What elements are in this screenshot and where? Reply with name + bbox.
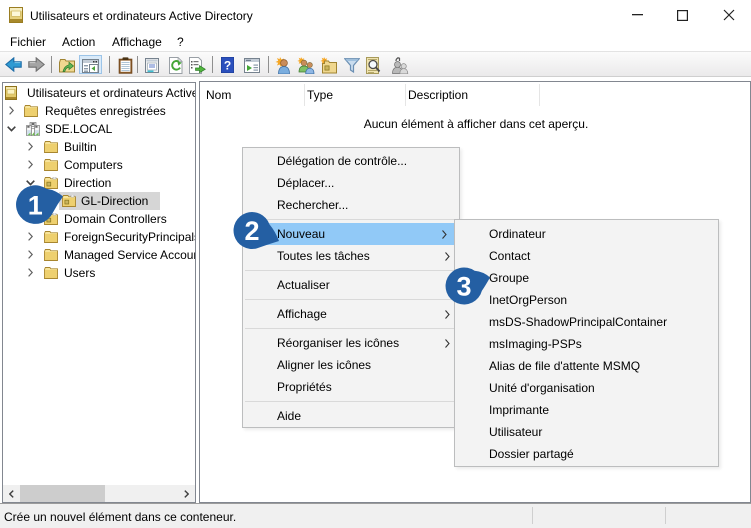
svg-text:3: 3	[456, 272, 471, 302]
svg-text:2: 2	[244, 216, 259, 246]
svg-text:?: ?	[224, 59, 231, 73]
svg-text:1: 1	[28, 190, 43, 220]
